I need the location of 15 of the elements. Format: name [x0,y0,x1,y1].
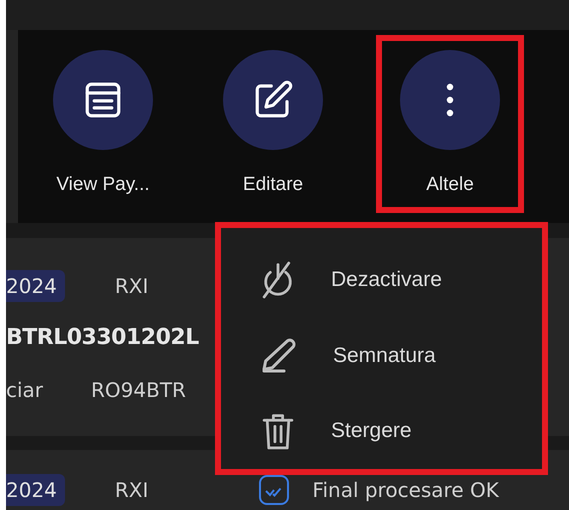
date-badge: 2024 [6,270,65,302]
menu-item[interactable]: Semnatura [221,318,542,394]
menu-item[interactable]: Dezactivare [221,242,542,318]
status-check-icon [258,474,290,506]
more-icon [446,82,454,117]
status-text: Final procesare OK [312,478,499,502]
reference-text: BTRL03301202L [6,325,199,350]
code-text: RXI [114,478,148,502]
action-button[interactable]: View Pay... [18,50,188,200]
code-text: RXI [114,274,148,298]
action-button[interactable]: Altele [376,34,524,213]
date-badge: 2024 [6,474,65,506]
action-button[interactable]: Editare [188,50,358,200]
account-text: RO94BTR [91,378,186,402]
field-label: ciar [6,378,44,402]
